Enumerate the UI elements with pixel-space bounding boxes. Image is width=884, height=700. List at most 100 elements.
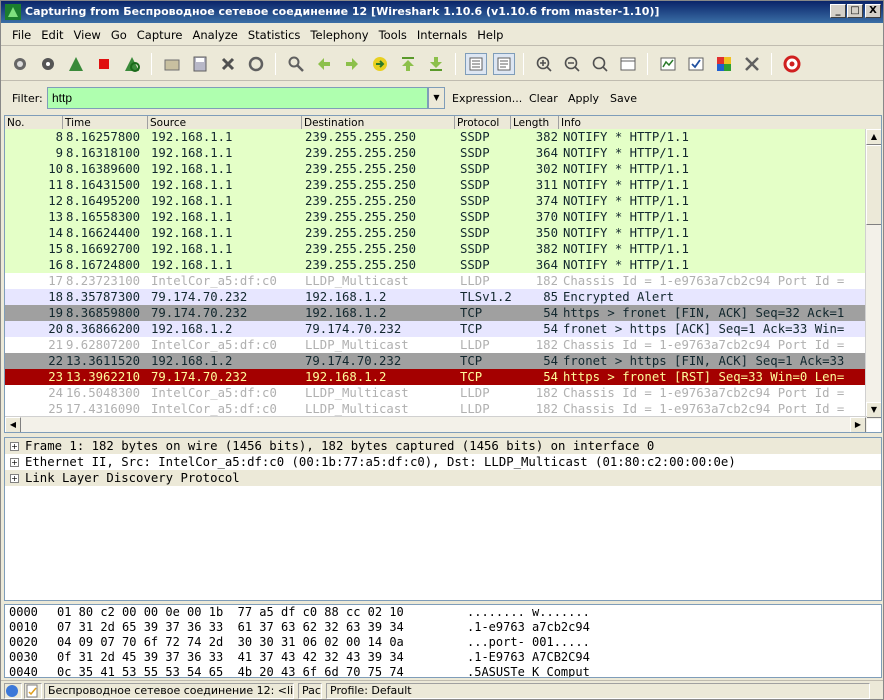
- reload-icon[interactable]: [245, 53, 267, 75]
- column-header-no[interactable]: No.: [5, 116, 63, 130]
- packet-row[interactable]: 12 8.16495200 192.168.1.1 239.255.255.250 SS…: [5, 193, 867, 209]
- zoom-in-icon[interactable]: [533, 53, 555, 75]
- cell-destination: 239.255.255.250: [305, 226, 417, 240]
- expert-info-icon[interactable]: [4, 683, 22, 699]
- packet-list-hscrollbar[interactable]: ◀ ▶: [5, 416, 867, 432]
- cell-protocol: LLDP: [460, 274, 490, 288]
- packet-row[interactable]: 8 8.16257800 192.168.1.1 239.255.255.250 SSD…: [5, 129, 867, 145]
- column-header-info[interactable]: Info: [559, 116, 881, 130]
- packet-row[interactable]: 21 9.62807200 IntelCor_a5:df:c0 LLDP_Multic…: [5, 337, 867, 353]
- menu-edit[interactable]: Edit: [36, 24, 68, 46]
- packet-row[interactable]: 9 8.16318100 192.168.1.1 239.255.255.250 SSD…: [5, 145, 867, 161]
- profile-status[interactable]: Profile: Default: [326, 683, 870, 699]
- capture-filters-icon[interactable]: [657, 53, 679, 75]
- bytes-ascii: .1-e9763 a7cb2c94: [467, 620, 590, 634]
- go-back-icon[interactable]: [313, 53, 335, 75]
- column-header-protocol[interactable]: Protocol: [455, 116, 511, 130]
- expand-icon[interactable]: +: [10, 474, 19, 483]
- scroll-up-arrow-icon[interactable]: ▲: [866, 129, 881, 145]
- minimize-button[interactable]: _: [830, 4, 846, 18]
- save-filter-button[interactable]: Save: [610, 92, 637, 105]
- filter-dropdown-chevron-down-icon[interactable]: ▼: [428, 87, 445, 109]
- column-header-length[interactable]: Length: [511, 116, 559, 130]
- packet-row[interactable]: 15 8.16692700 192.168.1.1 239.255.255.250 SS…: [5, 241, 867, 257]
- packet-row[interactable]: 24 16.5048300 IntelCor_a5:df:c0 LLDP_Multic…: [5, 385, 867, 401]
- save-file-icon[interactable]: [189, 53, 211, 75]
- menu-go[interactable]: Go: [106, 24, 132, 46]
- last-packet-icon[interactable]: [425, 53, 447, 75]
- coloring-rules-icon[interactable]: [713, 53, 735, 75]
- column-header-destination[interactable]: Destination: [302, 116, 455, 130]
- scroll-down-arrow-icon[interactable]: ▼: [866, 402, 881, 418]
- bytes-row[interactable]: 0020 04 09 07 70 6f 72 74 2d 30 30 31 06 …: [5, 635, 881, 650]
- resize-columns-icon[interactable]: [617, 53, 639, 75]
- menu-analyze[interactable]: Analyze: [188, 24, 243, 46]
- first-packet-icon[interactable]: [397, 53, 419, 75]
- cell-time: 13.3611520: [66, 354, 141, 368]
- packet-row[interactable]: 10 8.16389600 192.168.1.1 239.255.255.250 SS…: [5, 161, 867, 177]
- packet-row[interactable]: 25 17.4316090 IntelCor_a5:df:c0 LLDP_Multic…: [5, 401, 867, 417]
- detail-row-lldp[interactable]: + Link Layer Discovery Protocol: [5, 470, 881, 486]
- find-packet-icon[interactable]: [285, 53, 307, 75]
- menu-view[interactable]: View: [69, 24, 106, 46]
- packet-row[interactable]: 14 8.16624400 192.168.1.1 239.255.255.250 SS…: [5, 225, 867, 241]
- auto-scroll-icon[interactable]: [493, 53, 515, 75]
- expand-icon[interactable]: +: [10, 458, 19, 467]
- restart-capture-icon[interactable]: [121, 53, 143, 75]
- menu-tools[interactable]: Tools: [374, 24, 412, 46]
- menu-help[interactable]: Help: [472, 24, 508, 46]
- packet-row[interactable]: 16 8.16724800 192.168.1.1 239.255.255.250 SS…: [5, 257, 867, 273]
- packet-row[interactable]: 17 8.23723100 IntelCor_a5:df:c0 LLDP_Multic…: [5, 273, 867, 289]
- packet-row[interactable]: 22 13.3611520 192.168.1.2 79.174.70.232 TCP 5…: [5, 353, 867, 369]
- go-to-packet-icon[interactable]: [369, 53, 391, 75]
- zoom-normal-icon[interactable]: [589, 53, 611, 75]
- help-icon[interactable]: [781, 53, 803, 75]
- go-forward-icon[interactable]: [341, 53, 363, 75]
- scroll-thumb[interactable]: [866, 145, 881, 225]
- packet-row[interactable]: 19 8.36859800 79.174.70.232 192.168.1.2 TCP 5…: [5, 305, 867, 321]
- bytes-row[interactable]: 0040 0c 35 41 53 55 53 54 65 4b 20 43 6f …: [5, 665, 881, 677]
- menu-telephony[interactable]: Telephony: [305, 24, 373, 46]
- packet-row[interactable]: 13 8.16558300 192.168.1.1 239.255.255.250 SS…: [5, 209, 867, 225]
- menu-file[interactable]: File: [7, 24, 36, 46]
- bytes-row[interactable]: 0000 01 80 c2 00 00 0e 00 1b 77 a5 df c0 …: [5, 605, 881, 620]
- menu-capture[interactable]: Capture: [132, 24, 188, 46]
- cell-info: NOTIFY * HTTP/1.1: [563, 146, 689, 160]
- interfaces-icon[interactable]: [9, 53, 31, 75]
- packet-row[interactable]: 23 13.3962210 79.174.70.232 192.168.1.2 TCP 5…: [5, 369, 867, 385]
- bytes-row[interactable]: 0030 0f 31 2d 45 39 37 36 33 41 37 43 42 …: [5, 650, 881, 665]
- capture-comments-icon[interactable]: [24, 683, 42, 699]
- maximize-button[interactable]: □: [847, 4, 863, 18]
- clear-button[interactable]: Clear: [529, 92, 558, 105]
- preferences-icon[interactable]: [741, 53, 763, 75]
- bytes-row[interactable]: 0010 07 31 2d 65 39 37 36 33 61 37 63 62 …: [5, 620, 881, 635]
- expand-icon[interactable]: +: [10, 442, 19, 451]
- cell-destination: 239.255.255.250: [305, 178, 417, 192]
- start-capture-icon[interactable]: [65, 53, 87, 75]
- close-file-icon[interactable]: [217, 53, 239, 75]
- menu-statistics[interactable]: Statistics: [243, 24, 306, 46]
- colorize-icon[interactable]: [465, 53, 487, 75]
- packet-row[interactable]: 18 8.35787300 79.174.70.232 192.168.1.2 TLSv…: [5, 289, 867, 305]
- options-icon[interactable]: [37, 53, 59, 75]
- close-button[interactable]: X: [865, 4, 881, 18]
- column-header-time[interactable]: Time: [63, 116, 148, 130]
- zoom-out-icon[interactable]: [561, 53, 583, 75]
- cell-source: IntelCor_a5:df:c0: [151, 338, 277, 352]
- detail-row-frame[interactable]: + Frame 1: 182 bytes on wire (1456 bits),…: [5, 438, 881, 454]
- open-file-icon[interactable]: [161, 53, 183, 75]
- detail-row-ethernet[interactable]: + Ethernet II, Src: IntelCor_a5:df:c0 (00…: [5, 454, 881, 470]
- packet-list-vscrollbar[interactable]: ▲ ▼: [865, 129, 881, 419]
- menu-internals[interactable]: Internals: [412, 24, 472, 46]
- stop-capture-icon[interactable]: [93, 53, 115, 75]
- scroll-right-arrow-icon[interactable]: ▶: [850, 417, 866, 432]
- cell-source: 192.168.1.1: [151, 162, 233, 176]
- expression-button[interactable]: Expression...: [452, 92, 522, 105]
- packet-row[interactable]: 20 8.36866200 192.168.1.2 79.174.70.232 TCP 5…: [5, 321, 867, 337]
- column-header-source[interactable]: Source: [148, 116, 302, 130]
- filter-input[interactable]: http: [47, 87, 428, 109]
- display-filters-icon[interactable]: [685, 53, 707, 75]
- apply-button[interactable]: Apply: [568, 92, 599, 105]
- packet-row[interactable]: 11 8.16431500 192.168.1.1 239.255.255.250 SS…: [5, 177, 867, 193]
- scroll-left-arrow-icon[interactable]: ◀: [5, 417, 21, 432]
